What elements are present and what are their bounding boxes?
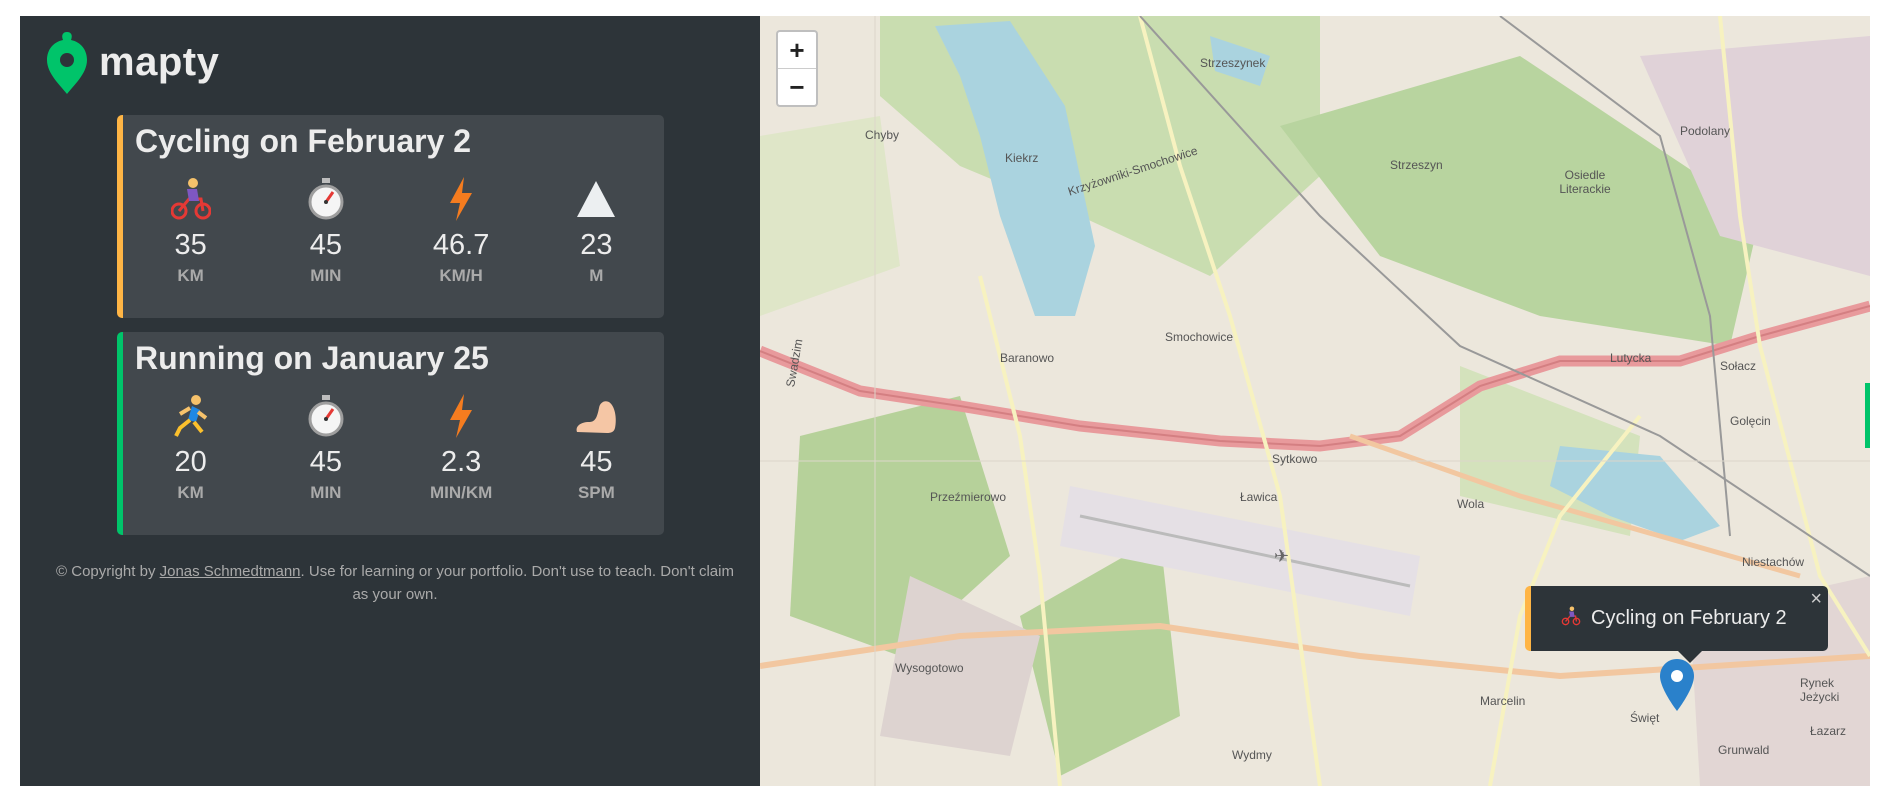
duration-value: 45 <box>309 229 342 261</box>
map-label: Strzeszynek <box>1200 56 1266 70</box>
cyclist-icon <box>1561 606 1581 631</box>
map-label: Chyby <box>865 128 900 142</box>
map-label: Marcelin <box>1480 694 1526 708</box>
distance-value: 20 <box>174 446 207 478</box>
duration-value: 45 <box>309 446 342 478</box>
map-label: Kiekrz <box>1005 151 1039 165</box>
copyright-prefix: © Copyright by <box>56 563 160 580</box>
map-label: Łazarz <box>1810 724 1847 738</box>
lightning-icon <box>394 392 529 440</box>
elevation-unit: M <box>589 266 604 285</box>
map[interactable]: Strzeszynek Podolany Strzeszyn Osiedle L… <box>760 16 1870 786</box>
app-container: mapty Cycling on February 2 35 KM 45 MIN… <box>20 16 1870 786</box>
map-label: Święt <box>1630 711 1660 725</box>
map-label: Lutycka <box>1610 351 1652 365</box>
stopwatch-icon <box>258 175 393 223</box>
popup-text: Cycling on February 2 <box>1591 607 1787 629</box>
author-link[interactable]: Jonas Schmedtmann <box>160 563 301 580</box>
logo-text: mapty <box>99 39 220 84</box>
elevation-value: 23 <box>580 229 613 261</box>
map-label: Golęcin <box>1730 414 1771 428</box>
sidebar: mapty Cycling on February 2 35 KM 45 MIN… <box>20 16 760 786</box>
zoom-out-button[interactable]: − <box>778 69 816 105</box>
copyright-suffix: . Use for learning or your portfolio. Do… <box>300 563 734 603</box>
workout-detail-elevation: 23 M <box>529 175 664 286</box>
workout-details: 20 KM 45 MIN 2.3 MIN/KM 45 SPM <box>123 392 664 503</box>
popup-close-button[interactable]: × <box>1810 588 1822 611</box>
workout-detail-pace: 2.3 MIN/KM <box>394 392 529 503</box>
speed-value: 46.7 <box>432 229 490 261</box>
map-label: Wysogotowo <box>895 661 964 675</box>
distance-unit: KM <box>177 266 204 285</box>
airport-icon: ✈ <box>1274 546 1290 566</box>
zoom-control: + − <box>776 30 818 107</box>
map-label: Przeźmierowo <box>930 490 1007 504</box>
cadence-unit: SPM <box>577 483 615 502</box>
map-label: Niestachów <box>1742 555 1805 569</box>
workout-card-cycling[interactable]: Cycling on February 2 35 KM 45 MIN 46.7 … <box>117 115 664 318</box>
workout-detail-distance: 35 KM <box>123 175 258 286</box>
workout-detail-speed: 46.7 KM/H <box>394 175 529 286</box>
pace-unit: MIN/KM <box>429 483 493 502</box>
workout-title: Cycling on February 2 <box>135 123 472 159</box>
map-label: Grunwald <box>1718 743 1770 757</box>
map-label: Smochowice <box>1165 330 1234 344</box>
mountain-icon <box>529 175 664 223</box>
stopwatch-icon <box>258 392 393 440</box>
runner-icon <box>123 392 258 440</box>
workout-title: Running on January 25 <box>135 340 489 376</box>
speed-unit: KM/H <box>439 266 483 285</box>
map-label: Sytkowo <box>1272 452 1318 466</box>
copyright-notice: © Copyright by Jonas Schmedtmann. Use fo… <box>50 560 740 606</box>
foot-icon <box>529 392 664 440</box>
map-marker-icon[interactable] <box>1660 659 1694 716</box>
map-label: Rynek Jeżycki <box>1800 676 1840 704</box>
map-label: Baranowo <box>1000 351 1055 365</box>
map-label: Wydmy <box>1232 748 1272 762</box>
map-label: Osiedle Literackie <box>1559 168 1611 196</box>
workout-detail-distance: 20 KM <box>123 392 258 503</box>
workout-detail-duration: 45 MIN <box>258 392 393 503</box>
workout-card-running[interactable]: Running on January 25 20 KM 45 MIN 2.3 M… <box>117 332 664 535</box>
edge-indicator <box>1865 383 1870 448</box>
pace-value: 2.3 <box>440 446 482 478</box>
duration-unit: MIN <box>310 483 342 502</box>
zoom-in-button[interactable]: + <box>778 32 816 69</box>
workout-detail-duration: 45 MIN <box>258 175 393 286</box>
map-label: Wola <box>1457 497 1485 511</box>
cyclist-icon <box>123 175 258 223</box>
lightning-icon <box>394 175 529 223</box>
map-label: Podolany <box>1680 124 1731 138</box>
logo: mapty <box>47 30 219 94</box>
duration-unit: MIN <box>310 266 342 285</box>
cadence-value: 45 <box>580 446 613 478</box>
distance-value: 35 <box>174 229 207 261</box>
map-label: Sołacz <box>1720 359 1757 373</box>
workout-details: 35 KM 45 MIN 46.7 KM/H 23 M <box>123 175 664 286</box>
map-pin-logo-icon <box>47 32 87 94</box>
distance-unit: KM <box>177 483 204 502</box>
workout-detail-cadence: 45 SPM <box>529 392 664 503</box>
map-label: Ławica <box>1240 490 1278 504</box>
map-label: Strzeszyn <box>1390 158 1443 172</box>
workout-popup[interactable]: Cycling on February 2 × <box>1525 586 1828 651</box>
